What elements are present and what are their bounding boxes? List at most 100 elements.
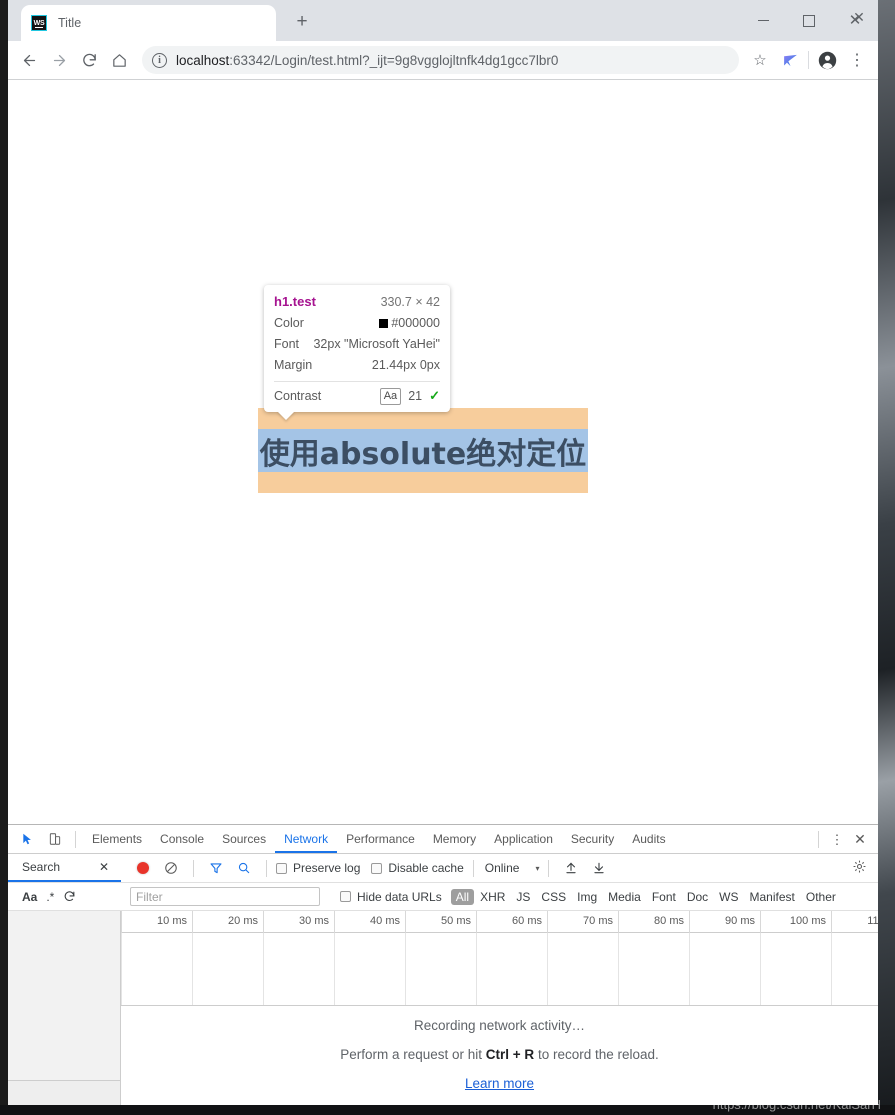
tooltip-key-font: Font (274, 337, 300, 351)
tab-strip: WS Title ✕ + ✕ (8, 0, 878, 41)
tooltip-value-margin: 21.44px 0px (371, 358, 440, 372)
match-case-button[interactable]: Aa (22, 890, 37, 904)
network-body: 10 ms 20 ms 30 ms 40 ms 50 ms 60 ms 70 m… (8, 911, 878, 1105)
type-filter-manifest[interactable]: Manifest (745, 889, 800, 905)
tooltip-row-font: Font 32px "Microsoft YaHei" (274, 334, 440, 355)
back-arrow-icon[interactable] (14, 45, 44, 75)
window-controls: ✕ (740, 0, 878, 41)
type-filter-css[interactable]: CSS (536, 889, 571, 905)
devtools-tab-console[interactable]: Console (151, 825, 213, 853)
ruler-tick: 100 ms (789, 915, 826, 927)
browser-toolbar: i localhost:63342/Login/test.html?_ijt=9… (8, 41, 878, 80)
search-icon[interactable] (231, 855, 257, 881)
ruler-tick: 110 m (867, 915, 878, 927)
network-tool-buttons: Preserve log Disable cache Online ▾ (121, 855, 612, 881)
drawer-close-icon[interactable]: ✕ (99, 860, 109, 874)
devtools-tabbar-right: ⋮ ✕ (811, 830, 878, 848)
ruler-tick: 90 ms (725, 915, 755, 927)
disable-cache-label: Disable cache (388, 861, 464, 875)
inspect-element-icon[interactable] (14, 826, 41, 853)
devtools-tab-network[interactable]: Network (275, 825, 338, 853)
devtools-divider-right (818, 830, 819, 848)
preserve-log-box[interactable] (276, 862, 287, 874)
network-filter-bar: Aa .* Hide data URLs All XHR JS CSS Img (8, 883, 878, 911)
new-tab-button[interactable]: + (291, 11, 313, 33)
settings-gear-icon[interactable] (852, 859, 878, 877)
contrast-sample-swatch: Aa (379, 387, 402, 405)
network-toolbar: Search ✕ Preserve log Disable cache Onli… (8, 854, 878, 883)
type-filter-doc[interactable]: Doc (682, 889, 713, 905)
url-text: localhost:63342/Login/test.html?_ijt=9g8… (176, 53, 558, 68)
hint-shortcut: Ctrl + R (485, 1046, 535, 1062)
clear-icon[interactable] (158, 855, 184, 881)
ruler-tick: 30 ms (299, 915, 329, 927)
type-filter-img[interactable]: Img (572, 889, 602, 905)
browser-tab[interactable]: WS Title (21, 5, 276, 41)
filter-input[interactable] (130, 887, 320, 906)
devtools-tab-performance[interactable]: Performance (337, 825, 424, 853)
drawer-tab-search[interactable]: Search ✕ (8, 854, 121, 882)
tab-title: Title (58, 16, 82, 30)
preserve-log-checkbox[interactable]: Preserve log (276, 861, 360, 875)
devtools-tab-bar: Elements Console Sources Network Perform… (8, 825, 878, 854)
forward-arrow-icon[interactable] (44, 45, 74, 75)
tooltip-value-color: #000000 (379, 313, 440, 334)
site-info-icon[interactable]: i (152, 52, 167, 68)
type-filter-media[interactable]: Media (603, 889, 646, 905)
browser-window: WS Title ✕ + ✕ i localhost:63342/Login/t… (8, 0, 878, 1105)
devtools-tab-security[interactable]: Security (562, 825, 623, 853)
desktop-background-right (878, 0, 895, 1115)
export-har-icon[interactable] (586, 855, 612, 881)
home-icon[interactable] (104, 45, 134, 75)
network-options-divider (266, 859, 267, 877)
address-bar[interactable]: i localhost:63342/Login/test.html?_ijt=9… (142, 46, 739, 74)
type-filter-ws[interactable]: WS (714, 889, 743, 905)
screen: WS Title ✕ + ✕ i localhost:63342/Login/t… (0, 0, 895, 1115)
contrast-ratio: 21 (408, 389, 423, 403)
type-filter-other[interactable]: Other (801, 889, 841, 905)
tooltip-selector: h1.test (274, 294, 316, 309)
chevron-down-icon: ▾ (535, 863, 540, 873)
type-filter-all[interactable]: All (450, 888, 475, 905)
search-results-sidebar (8, 911, 121, 1105)
devtools-close-icon[interactable]: ✕ (848, 831, 872, 848)
devtools-tab-elements[interactable]: Elements (83, 825, 151, 853)
desktop-background-left (0, 0, 8, 1115)
regex-button[interactable]: .* (46, 890, 54, 904)
hide-data-urls-checkbox[interactable]: Hide data URLs (340, 890, 442, 904)
preserve-log-label: Preserve log (293, 861, 361, 875)
extension-icon[interactable] (775, 45, 805, 75)
disable-cache-box[interactable] (371, 862, 383, 874)
profile-avatar-icon[interactable] (812, 45, 842, 75)
learn-more-link[interactable]: Learn more (465, 1076, 534, 1091)
tooltip-key-color: Color (274, 316, 304, 330)
import-har-icon[interactable] (558, 855, 584, 881)
throttling-select[interactable]: Online ▾ (483, 861, 540, 875)
maximize-button[interactable] (786, 0, 832, 41)
reload-icon[interactable] (74, 45, 104, 75)
browser-menu-icon[interactable]: ⋮ (842, 45, 872, 75)
network-waterfall-grid (121, 933, 878, 1006)
type-filter-font[interactable]: Font (647, 889, 681, 905)
minimize-button[interactable] (740, 0, 786, 41)
devtools-tab-audits[interactable]: Audits (623, 825, 674, 853)
bookmark-star-icon[interactable]: ☆ (745, 45, 775, 75)
hint-suffix: to record the reload. (534, 1046, 659, 1062)
type-filter-js[interactable]: JS (511, 889, 535, 905)
devtools-tab-application[interactable]: Application (485, 825, 562, 853)
throttling-value: Online (484, 861, 520, 875)
devtools-more-icon[interactable]: ⋮ (826, 833, 848, 846)
refresh-icon[interactable] (63, 890, 76, 903)
filter-icon[interactable] (203, 855, 229, 881)
record-button-icon[interactable] (130, 855, 156, 881)
har-divider (548, 859, 550, 877)
tooltip-key-contrast: Contrast (274, 389, 322, 403)
disable-cache-checkbox[interactable]: Disable cache (371, 861, 464, 875)
device-toolbar-icon[interactable] (41, 826, 68, 853)
devtools-tab-memory[interactable]: Memory (424, 825, 485, 853)
close-window-button[interactable]: ✕ (832, 0, 878, 41)
element-inspector-tooltip: h1.test 330.7 × 42 Color #000000 Font 32… (264, 285, 450, 412)
devtools-tab-sources[interactable]: Sources (213, 825, 275, 853)
type-filter-xhr[interactable]: XHR (475, 889, 510, 905)
hide-data-urls-box[interactable] (340, 891, 351, 902)
